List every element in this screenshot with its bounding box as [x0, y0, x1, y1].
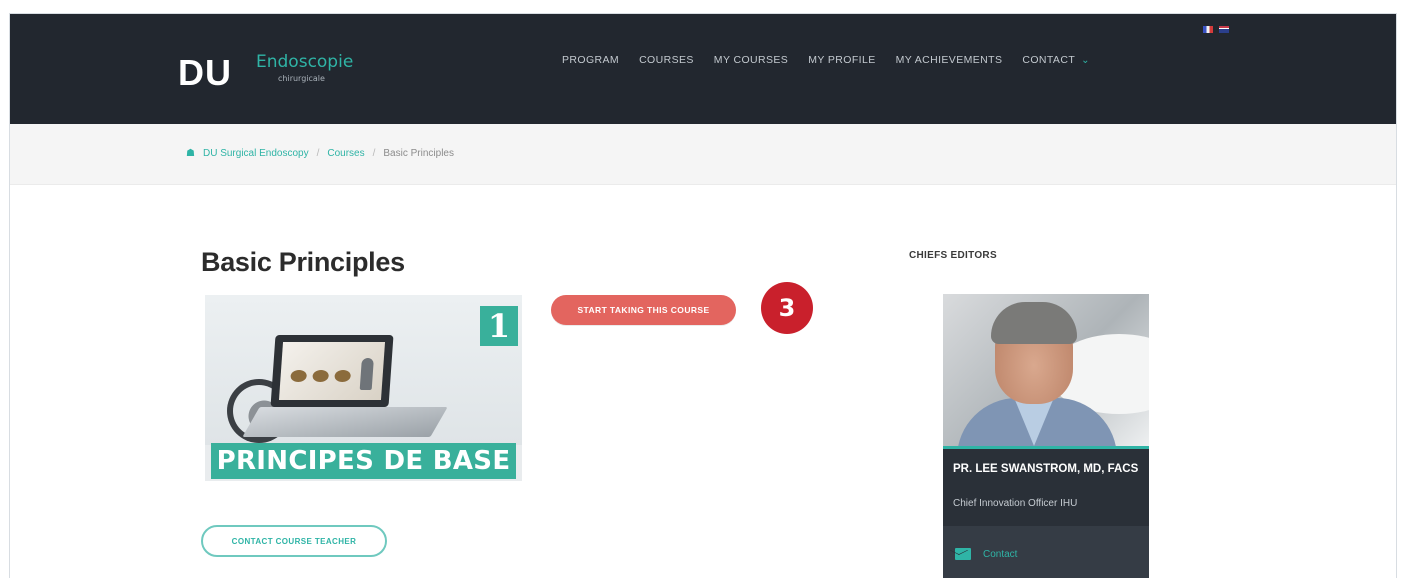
nav-contact-label: CONTACT: [1022, 54, 1076, 66]
language-switcher: [1203, 26, 1229, 33]
breadcrumb: ☗ DU Surgical Endoscopy / Courses / Basi…: [186, 148, 454, 159]
editor-footer: Contact: [943, 526, 1149, 578]
sidebar-title: CHIEFS EDITORS: [909, 250, 997, 261]
laptop-display: [278, 342, 386, 400]
home-icon[interactable]: ☗: [186, 148, 195, 159]
start-course-button[interactable]: START TAKING THIS COURSE: [551, 295, 736, 325]
flag-fr-icon[interactable]: [1203, 26, 1213, 33]
presenter-figure: [359, 358, 374, 390]
main-nav: PROGRAM COURSES MY COURSES MY PROFILE MY…: [552, 54, 1100, 66]
nav-my-profile[interactable]: MY PROFILE: [798, 54, 885, 66]
photo-hair: [991, 302, 1077, 344]
endoscopy-image-3: [334, 370, 352, 382]
endoscopy-image-1: [290, 370, 308, 382]
editor-divider: [943, 446, 1149, 449]
laptop-icon: [270, 335, 394, 407]
course-thumbnail: 1 PRINCIPES DE BASE: [205, 295, 522, 481]
nav-program[interactable]: PROGRAM: [552, 54, 629, 66]
editor-contact-label: Contact: [983, 548, 1018, 560]
browser-frame: DU Endoscopie chirurgicale PROGRAM COURS…: [10, 14, 1396, 578]
logo-endoscopie-text: Endoscopie: [256, 52, 354, 72]
breadcrumb-separator: /: [316, 148, 320, 159]
editor-photo: [943, 294, 1149, 446]
laptop-keyboard: [242, 407, 448, 437]
breadcrumb-current: Basic Principles: [383, 148, 454, 159]
top-navbar: DU Endoscopie chirurgicale PROGRAM COURS…: [10, 14, 1396, 124]
breadcrumb-bar: ☗ DU Surgical Endoscopy / Courses / Basi…: [10, 124, 1396, 185]
course-title: Basic Principles: [201, 247, 405, 277]
breadcrumb-courses-link[interactable]: Courses: [327, 148, 364, 159]
breadcrumb-separator: /: [372, 148, 376, 159]
nav-contact[interactable]: CONTACT ⌄: [1012, 54, 1100, 66]
course-image-caption: PRINCIPES DE BASE: [211, 443, 516, 479]
chevron-down-icon: ⌄: [1081, 55, 1090, 66]
endoscopy-image-2: [312, 370, 330, 382]
flag-en-icon[interactable]: [1219, 26, 1229, 33]
editor-role: Chief Innovation Officer IHU: [953, 498, 1078, 509]
breadcrumb-home-link[interactable]: DU Surgical Endoscopy: [203, 148, 309, 159]
editor-card: PR. LEE SWANSTROM, MD, FACS Chief Innova…: [943, 294, 1149, 578]
logo-du-text: DU: [178, 52, 232, 93]
editor-name: PR. LEE SWANSTROM, MD, FACS: [953, 463, 1139, 475]
course-number-badge: 1: [480, 306, 518, 346]
nav-courses[interactable]: COURSES: [629, 54, 704, 66]
nav-my-courses[interactable]: MY COURSES: [704, 54, 798, 66]
logo-chirurgicale-text: chirurgicale: [278, 74, 325, 83]
nav-my-achievements[interactable]: MY ACHIEVEMENTS: [886, 54, 1013, 66]
editor-contact-link[interactable]: Contact: [955, 548, 1017, 560]
mail-icon: [955, 548, 971, 560]
step-number-badge: 3: [761, 282, 813, 334]
contact-teacher-button[interactable]: CONTACT COURSE TEACHER: [201, 525, 387, 557]
